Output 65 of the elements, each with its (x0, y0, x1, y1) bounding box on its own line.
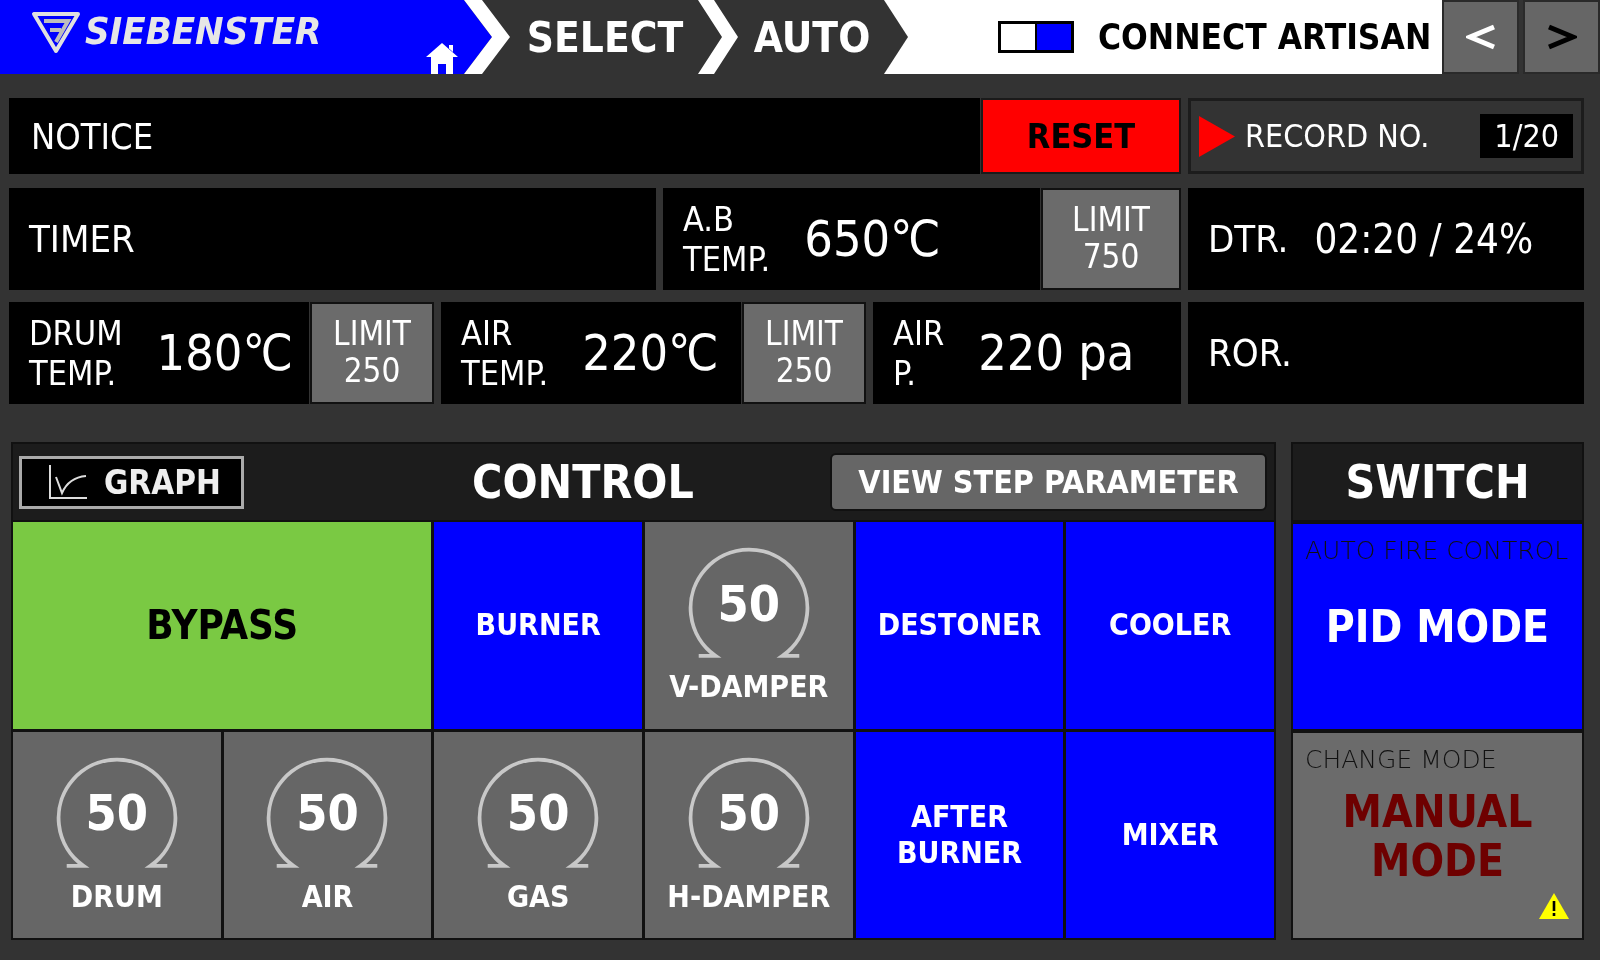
step-parameter-button[interactable]: VIEW STEP PARAMETER (830, 453, 1267, 511)
reading-value: 220 pa (978, 324, 1135, 382)
toggle-tile[interactable]: BYPASS (13, 522, 432, 729)
dial-label: H-DAMPER (667, 879, 831, 913)
dial-label: GAS (506, 879, 570, 913)
dial-label: AIR (301, 879, 354, 913)
limit-button[interactable]: LIMIT 750 (1041, 188, 1181, 290)
dial-tile[interactable]: 50 DRUM (13, 731, 221, 938)
reading-value: 02:20 / 24% (1314, 216, 1534, 262)
toggle-tile[interactable]: AFTER BURNER (855, 731, 1064, 938)
dial-value: 50 (717, 783, 781, 845)
dial-value: 50 (506, 783, 570, 845)
control-title: CONTROL (471, 455, 695, 509)
reading-value: 220℃ (582, 324, 719, 382)
reading-label: A.B TEMP. (683, 198, 771, 280)
reading-label: TIMER (29, 217, 135, 261)
limit-button[interactable]: LIMIT 250 (742, 302, 866, 404)
reading-label: DRUM TEMP. (29, 312, 123, 394)
toggle-tile[interactable]: DESTONER (855, 522, 1064, 729)
dial-label: V-DAMPER (669, 670, 829, 704)
mode-label: MANUAL MODE (1341, 786, 1534, 886)
chevron-icon (698, 0, 740, 74)
toggle-tile[interactable]: MIXER (1066, 731, 1274, 938)
ring-icon (55, 756, 178, 870)
mode-button[interactable]: AUTO FIRE CONTROL PID MODE (1293, 524, 1582, 729)
reading-label: DTR. (1208, 217, 1289, 261)
notice-label: NOTICE (31, 115, 154, 157)
dial-tile[interactable]: 50 AIR (223, 731, 432, 938)
ring-icon (477, 756, 600, 870)
limit-button[interactable]: LIMIT 250 (310, 302, 434, 404)
ring-icon (687, 756, 810, 870)
record-number: 1/20 (1480, 114, 1573, 158)
reading-label: ROR. (1208, 331, 1292, 375)
reading-value: 180℃ (156, 324, 293, 382)
graph-icon (48, 464, 88, 500)
ring-icon (687, 547, 810, 661)
ring-icon (266, 756, 389, 870)
toggle-tile[interactable]: BURNER (434, 522, 642, 729)
home-icon[interactable] (425, 42, 459, 74)
reading-value: 650℃ (804, 210, 941, 268)
brand-name: SIEBENSTER (85, 8, 322, 54)
dial-value: 50 (296, 783, 359, 845)
switch-title: SWITCH (1345, 455, 1530, 509)
reading-label: AIR P. (893, 312, 945, 394)
dial-label: DRUM (70, 879, 163, 913)
breadcrumb-link[interactable]: SELECT (526, 12, 684, 62)
dial-value: 50 (717, 573, 781, 635)
mode-caption: CHANGE MODE (1305, 745, 1497, 774)
breadcrumb-link[interactable]: AUTO (753, 12, 871, 62)
mode-button[interactable]: CHANGE MODE MANUAL MODE (1293, 733, 1582, 938)
record-label: RECORD NO. (1245, 117, 1430, 155)
nav-button[interactable] (1442, 0, 1519, 74)
dial-tile[interactable]: 50 H-DAMPER (645, 731, 853, 938)
dial-value: 50 (85, 783, 149, 845)
mode-label: PID MODE (1324, 602, 1551, 652)
reset-button[interactable]: RESET (981, 98, 1181, 174)
dial-tile[interactable]: 50 V-DAMPER (645, 522, 853, 729)
graph-button[interactable]: GRAPH (19, 455, 244, 509)
mode-caption: AUTO FIRE CONTROL (1305, 536, 1569, 565)
reading-label: AIR TEMP. (461, 312, 549, 394)
toggle-tile[interactable]: COOLER (1066, 522, 1274, 729)
toggle-icon[interactable] (998, 21, 1074, 53)
logo-icon (31, 11, 81, 55)
play-icon[interactable] (1199, 115, 1235, 157)
dial-tile[interactable]: 50 GAS (434, 731, 642, 938)
